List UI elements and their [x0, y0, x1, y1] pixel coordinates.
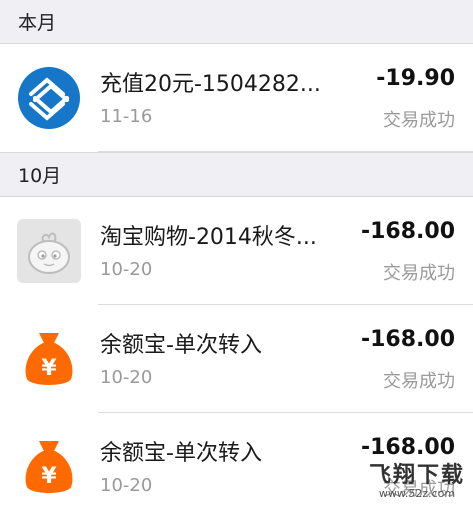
svg-text:¥: ¥	[41, 356, 57, 381]
section-header-this-month: 本月	[0, 0, 473, 44]
money-bag-yen-icon: ¥	[25, 333, 73, 385]
watermark-main: 飞翔下载	[368, 463, 465, 488]
transaction-date: 11-16	[100, 106, 153, 127]
china-mobile-logo-icon	[18, 67, 80, 129]
taobao-avatar-icon	[17, 219, 81, 283]
icon-wrap	[0, 66, 98, 130]
bill-list-screen: 本月 充值20元-1504282... -19.90 11-16 交易成功 10…	[0, 0, 473, 508]
transaction-date: 10-20	[100, 259, 153, 280]
transaction-row[interactable]: 充值20元-1504282... -19.90 11-16 交易成功	[0, 44, 473, 152]
transaction-status: 交易成功	[383, 371, 455, 392]
icon-wrap: ¥	[0, 437, 98, 497]
transaction-date: 10-20	[100, 475, 153, 496]
icon-wrap: ¥	[0, 329, 98, 389]
watermark: 飞翔下载 www.52z.com	[369, 457, 465, 500]
transaction-row[interactable]: ¥ 余额宝-单次转入 -168.00 10-20 交易成功	[0, 305, 473, 413]
icon-wrap	[0, 219, 98, 283]
watermark-sub: www.52z.com	[378, 487, 456, 500]
transaction-status: 交易成功	[383, 263, 455, 284]
transaction-status: 交易成功	[383, 110, 455, 131]
transaction-date: 10-20	[100, 367, 153, 388]
row-content: 淘宝购物-2014秋冬... -168.00 10-20 交易成功	[98, 197, 473, 305]
transaction-title: 淘宝购物-2014秋冬...	[100, 225, 317, 250]
transaction-amount: -168.00	[360, 219, 455, 244]
section-header-october: 10月	[0, 152, 473, 197]
transaction-title: 余额宝-单次转入	[100, 333, 262, 358]
row-content: 余额宝-单次转入 -168.00 10-20 交易成功	[98, 305, 473, 413]
section-title: 本月	[18, 12, 57, 34]
transaction-amount: -168.00	[360, 327, 455, 352]
transaction-row[interactable]: 淘宝购物-2014秋冬... -168.00 10-20 交易成功	[0, 197, 473, 305]
svg-text:¥: ¥	[41, 464, 57, 489]
transaction-amount: -19.90	[376, 66, 455, 91]
transaction-title: 余额宝-单次转入	[100, 441, 262, 466]
row-content: 充值20元-1504282... -19.90 11-16 交易成功	[98, 44, 473, 152]
transaction-title: 充值20元-1504282...	[100, 72, 321, 97]
money-bag-yen-icon: ¥	[25, 441, 73, 493]
section-title: 10月	[18, 165, 62, 187]
